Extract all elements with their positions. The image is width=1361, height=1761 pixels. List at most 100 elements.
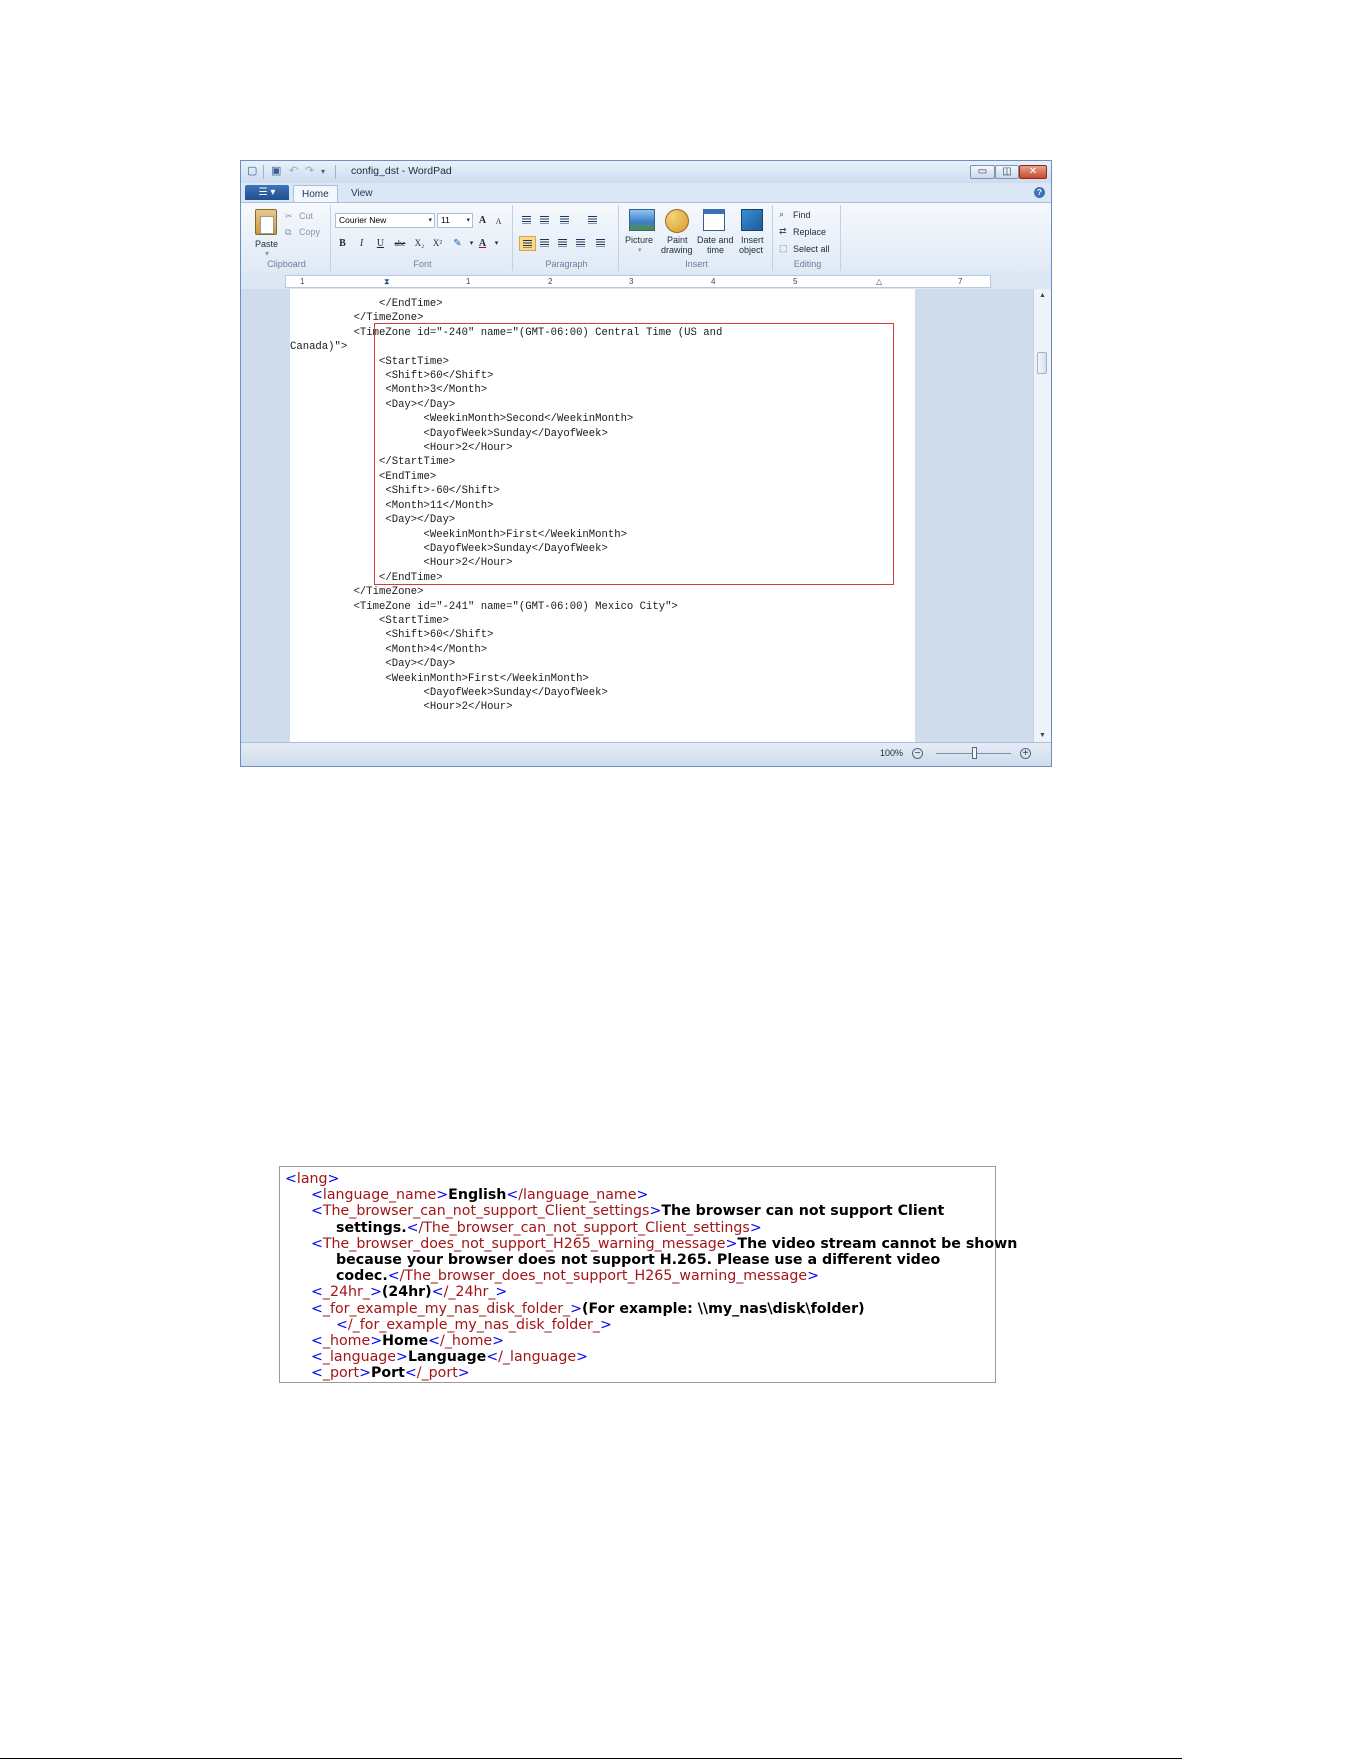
app-menu-button[interactable]: ☰ ▾ [245,185,289,200]
paint-drawing-label[interactable]: drawing [661,245,693,255]
xml-open-tag: _for_example_my_nas_disk_folder_ [322,1300,571,1317]
bracket: > [599,1316,612,1333]
shrink-font-button[interactable]: A [491,214,506,229]
bracket: > [495,1284,508,1301]
align-center-button[interactable] [537,236,554,251]
superscript-button[interactable]: X² [430,236,445,251]
strikethrough-button[interactable]: abe [391,236,409,251]
grow-font-button[interactable]: A [475,213,490,228]
indent-marker-icon[interactable]: ⧗ [384,276,390,287]
copy-icon[interactable]: ⧉ [285,227,291,238]
bracket: < [311,1235,323,1252]
redo-icon[interactable]: ↷ [305,165,314,178]
editing-group: ⌕ Find ⇄ Replace ⬚ Select all Editing [775,205,841,271]
cut-button[interactable]: Cut [299,211,313,221]
font-color-dropdown-icon[interactable]: ▾ [489,236,504,251]
align-right-button[interactable] [555,236,572,251]
bracket: > [457,1365,470,1382]
bracket: > [576,1349,588,1366]
zoom-slider-thumb[interactable] [972,747,977,759]
tab-view[interactable]: View [343,185,381,202]
right-indent-marker-icon[interactable]: △ [876,276,882,287]
xml-close-tag: /_24hr_ [443,1284,496,1301]
underline-button[interactable]: U [373,236,388,251]
bold-button[interactable]: B [335,236,350,251]
paste-icon[interactable] [255,209,277,235]
highlight-icon[interactable]: ✎ [450,236,465,251]
paragraph-settings-button[interactable] [593,236,610,251]
scroll-down-icon[interactable]: ▼ [1034,729,1051,743]
picture-button[interactable]: Picture [625,235,653,245]
select-all-icon[interactable]: ⬚ [779,243,788,254]
paint-drawing-button[interactable]: Paint [667,235,688,245]
replace-button[interactable]: Replace [793,227,826,237]
help-icon[interactable]: ? [1034,187,1045,198]
document-page[interactable]: </EndTime> </TimeZone> <TimeZone id="-24… [290,289,915,743]
undo-icon[interactable]: ↶ [289,165,298,178]
line-spacing-button[interactable] [585,213,609,228]
insert-object-label[interactable]: object [739,245,763,255]
bracket: > [649,1203,662,1220]
paste-button[interactable]: Paste [255,239,278,249]
xml-line: <_24hr_>(24hr)</_24hr_> [311,1284,507,1301]
xml-close-tag: /The_browser_does_not_support_H265_warni… [399,1268,808,1285]
replace-icon[interactable]: ⇄ [779,226,787,237]
tab-home[interactable]: Home [293,185,338,202]
zoom-in-button[interactable]: + [1020,748,1031,759]
bracket: > [370,1333,383,1349]
xml-open-tag: _home [322,1333,371,1349]
xml-line: settings.</The_browser_can_not_support_C… [336,1220,762,1237]
paste-dropdown-icon[interactable]: ▾ [265,249,269,258]
xml-value: settings. [336,1219,407,1236]
zoom-out-button[interactable]: − [912,748,923,759]
xml-value: Language [407,1349,487,1366]
insert-object-icon[interactable] [741,209,763,231]
picture-icon[interactable] [629,209,655,231]
ruler-number: 2 [548,277,553,286]
align-left-button[interactable] [519,236,536,251]
xml-line: <The_browser_can_not_support_Client_sett… [311,1203,944,1220]
group-label: Insert [685,259,708,269]
xml-line: <lang> [285,1171,339,1188]
scroll-up-icon[interactable]: ▲ [1034,289,1051,303]
justify-button[interactable] [573,236,590,251]
copy-button[interactable]: Copy [299,227,320,237]
document-area: </EndTime> </TimeZone> <TimeZone id="-24… [241,289,1034,743]
bracket: > [327,1171,340,1187]
increase-indent-button[interactable] [537,213,554,228]
select-all-button[interactable]: Select all [793,244,830,254]
date-time-label[interactable]: time [707,245,724,255]
bullets-button[interactable] [557,213,581,228]
bracket: > [396,1349,408,1366]
insert-object-button[interactable]: Insert [741,235,764,245]
calendar-icon[interactable] [703,209,725,231]
bracket: < [311,1187,323,1204]
italic-button[interactable]: I [354,236,369,251]
paint-drawing-icon[interactable] [665,209,689,233]
find-icon[interactable]: ⌕ [779,209,784,220]
minimize-button[interactable]: ▭ [970,165,995,179]
close-button[interactable]: ✕ [1019,165,1047,179]
subscript-button[interactable]: X₂ [412,236,427,251]
decrease-indent-button[interactable] [519,213,536,228]
date-time-button[interactable]: Date and [697,235,734,245]
xml-line: </_for_example_my_nas_disk_folder_> [336,1317,612,1334]
picture-dropdown-icon[interactable]: ▾ [638,246,642,254]
customize-qat-icon[interactable]: ▾ [321,165,325,178]
footer-rule [0,1758,1182,1759]
bracket: < [506,1187,519,1204]
font-size-select[interactable]: 11 ▾ [437,213,473,228]
group-label: Paragraph [545,259,588,269]
ruler[interactable]: 1 ⧗ 1 2 3 4 5 △ 7 [241,273,1051,289]
find-button[interactable]: Find [793,210,811,220]
cut-icon[interactable]: ✂ [285,211,293,222]
maximize-button[interactable]: ◫ [995,165,1019,179]
group-label: Editing [793,259,822,269]
insert-group: Picture ▾ Paint drawing Date and time In… [621,205,773,271]
font-color-button[interactable]: A [475,236,490,251]
vertical-scrollbar[interactable]: ▲ ▼ [1033,289,1051,743]
xml-line: because your browser does not support H.… [336,1252,940,1269]
scroll-thumb[interactable] [1037,352,1047,374]
font-family-select[interactable]: Courier New ▾ [335,213,435,228]
save-icon[interactable]: ▣ [271,165,281,178]
